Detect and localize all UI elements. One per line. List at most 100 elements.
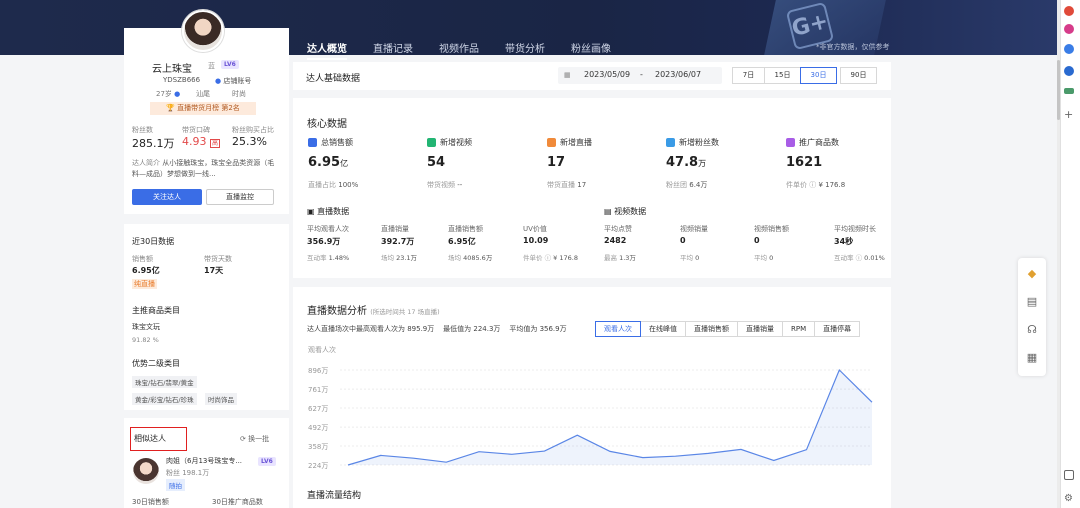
- profile-card: [124, 28, 289, 214]
- profile-name: 云上珠宝: [152, 64, 192, 75]
- metric-tab-views[interactable]: 观看人次: [595, 321, 641, 337]
- live-stat-value: 392.7万: [381, 237, 415, 246]
- data-point[interactable]: [641, 456, 644, 459]
- core-metric-value: 17: [547, 155, 566, 170]
- profile-tag: 时尚: [232, 90, 246, 98]
- tab-overview[interactable]: 达人概览: [307, 40, 347, 60]
- video-stat-label: 视频销售额: [754, 225, 789, 233]
- refresh-button[interactable]: ⟳ 换一批: [240, 434, 269, 444]
- extension-icon[interactable]: [1064, 6, 1074, 16]
- follow-button[interactable]: 关注达人: [132, 189, 202, 205]
- range-90-days[interactable]: 90日: [840, 67, 877, 84]
- data-point[interactable]: [543, 450, 546, 453]
- live-stat-sub: 件单价 ⓘ ¥ 176.8: [523, 254, 578, 262]
- calendar-icon: ▦: [564, 71, 571, 79]
- data-point[interactable]: [609, 450, 612, 453]
- data-point[interactable]: [576, 434, 579, 437]
- similar-tag: 随拍: [166, 479, 185, 491]
- core-data-title: 核心数据: [307, 119, 347, 130]
- core-metric-sub: 粉丝团 6.4万: [666, 181, 708, 189]
- check-icon: ●: [215, 77, 222, 85]
- settings-icon[interactable]: ⚙: [1064, 494, 1074, 504]
- verified-badge-icon: ●: [174, 90, 181, 98]
- live-stat-value: 356.9万: [307, 237, 341, 246]
- data-point[interactable]: [674, 455, 677, 458]
- video-stat-sub: 平均 0: [754, 254, 774, 262]
- recent-sales-label: 销售额: [132, 255, 153, 263]
- core-metric-value: 1621: [786, 155, 823, 170]
- live-stat-sub: 场均 23.1万: [381, 254, 418, 262]
- core-metric-label: 新增直播: [560, 138, 592, 147]
- live-stat-value: 6.95亿: [448, 237, 476, 246]
- flow-structure-title: 直播流量结构: [307, 491, 362, 501]
- data-point[interactable]: [510, 453, 513, 456]
- tab-videos[interactable]: 视频作品: [439, 40, 479, 60]
- data-point[interactable]: [379, 454, 382, 457]
- video-stat-label: 平均点赞: [604, 225, 632, 233]
- gift-icon[interactable]: ◆: [1026, 268, 1038, 280]
- core-metric-sub: 带货直播 17: [547, 181, 587, 189]
- stat-fans-label: 粉丝数: [132, 126, 153, 134]
- range-7-days[interactable]: 7日: [732, 67, 765, 84]
- analysis-title: 直播数据分析 (所选时间共 17 场直播): [307, 306, 440, 317]
- video-data-title: ▤ 视频数据: [604, 207, 647, 216]
- data-point[interactable]: [740, 448, 743, 451]
- extension-icon[interactable]: [1064, 44, 1074, 54]
- y-tick-label: 627万: [308, 405, 328, 413]
- disclaimer-note: *非官方数据，仅供参考: [816, 43, 890, 51]
- extension-icon[interactable]: [1064, 88, 1074, 94]
- extension-icon[interactable]: [1064, 66, 1074, 76]
- core-metric-label: 推广商品数: [799, 138, 839, 147]
- live-only-tag: 纯直播: [132, 279, 157, 289]
- range-30-days[interactable]: 30日: [800, 67, 837, 84]
- core-metric-value: 54: [427, 155, 446, 170]
- data-point[interactable]: [838, 369, 841, 372]
- data-point[interactable]: [805, 448, 808, 451]
- tab-sales-analysis[interactable]: 带货分析: [505, 40, 545, 60]
- date-end[interactable]: 2023/06/07: [655, 70, 701, 79]
- video-stat-value: 0: [680, 236, 686, 245]
- stat-fans-buy-label: 粉丝购买占比: [232, 126, 274, 134]
- similar-name[interactable]: 肉姐（6月13号珠宝专...: [166, 456, 242, 466]
- core-metric-sub: 带货视频 --: [427, 181, 463, 189]
- data-point[interactable]: [347, 464, 350, 467]
- data-point[interactable]: [707, 452, 710, 455]
- recent-sales-value: 6.95亿: [132, 266, 160, 275]
- screenshot-icon[interactable]: [1064, 470, 1074, 480]
- core-metric-sub: 件单价 ⓘ ¥ 176.8: [786, 181, 846, 189]
- headset-icon[interactable]: ☊: [1026, 324, 1038, 336]
- range-15-days[interactable]: 15日: [764, 67, 801, 84]
- data-point[interactable]: [871, 401, 874, 404]
- data-point[interactable]: [478, 450, 481, 453]
- report-icon[interactable]: ▤: [1026, 296, 1038, 308]
- tab-live-records[interactable]: 直播记录: [373, 40, 413, 60]
- views-chart: 观看人次 896万 761万 627万 492万 358万 224万: [308, 345, 874, 470]
- date-start[interactable]: 2023/05/09: [584, 70, 630, 79]
- extension-icon[interactable]: [1064, 24, 1074, 34]
- main-tabs: 达人概览 直播记录 视频作品 带货分析 粉丝画像: [307, 40, 637, 60]
- y-tick-label: 761万: [308, 386, 328, 394]
- date-separator: -: [640, 70, 643, 79]
- avatar[interactable]: [182, 10, 224, 52]
- data-point[interactable]: [772, 459, 775, 462]
- metric-tab-sales-volume[interactable]: 直播销量: [737, 321, 783, 337]
- add-icon[interactable]: +: [1064, 109, 1074, 120]
- live-monitor-button[interactable]: 直播监控: [206, 189, 274, 205]
- floating-toolbar: ◆ ▤ ☊ ▦: [1018, 258, 1046, 376]
- similar-avatar[interactable]: [133, 458, 159, 484]
- metric-tab-rpm[interactable]: RPM: [782, 321, 816, 337]
- core-metric-sub: 直播占比 100%: [308, 181, 359, 189]
- rank-badge[interactable]: 🏆 直播带货月榜 第2名: [150, 102, 256, 115]
- analysis-summary: 达人直播场次中最高观看人次为 895.9万 最低值为 224.3万 平均值为 3…: [307, 325, 567, 333]
- metric-tab-peak[interactable]: 在线峰值: [640, 321, 686, 337]
- data-point[interactable]: [445, 461, 448, 464]
- main-category: 珠宝文玩: [132, 323, 160, 331]
- tab-fans-profile[interactable]: 粉丝画像: [571, 40, 611, 60]
- metric-tab-sales-amount[interactable]: 直播销售额: [685, 321, 738, 337]
- video-icon: ▤: [604, 207, 612, 216]
- live-stat-label: UV价值: [523, 225, 547, 233]
- apps-grid-icon[interactable]: ▦: [1026, 352, 1038, 364]
- metric-tab-stop[interactable]: 直播停幕: [814, 321, 861, 337]
- profile-id: YDSZB666: [163, 76, 201, 84]
- data-point[interactable]: [412, 457, 415, 460]
